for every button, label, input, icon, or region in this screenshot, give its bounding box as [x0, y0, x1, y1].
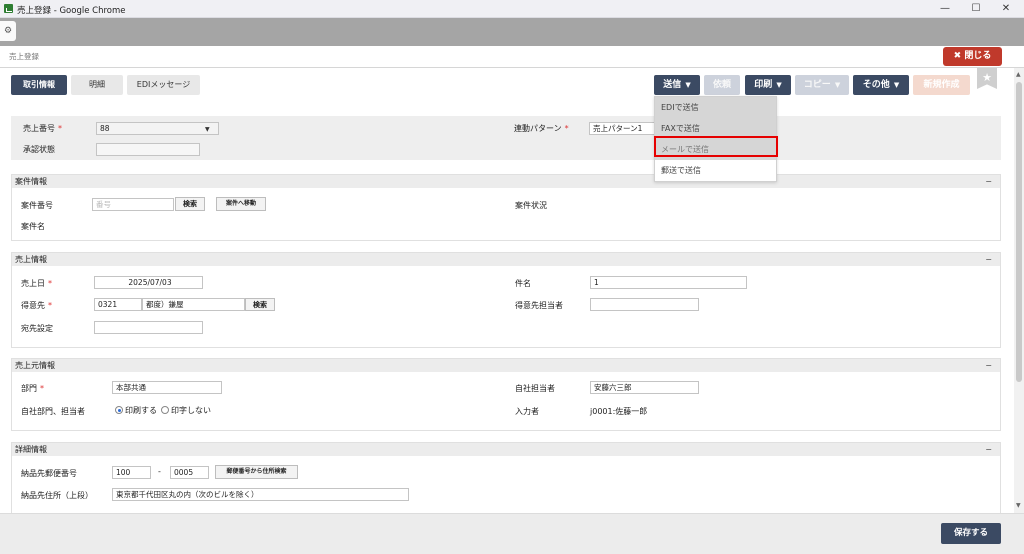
tab-details[interactable]: 明細 [71, 75, 123, 95]
anken-status-label: 案件状況 [515, 201, 547, 210]
maximize-button[interactable]: ☐ [967, 2, 985, 16]
footer-bar [0, 513, 1024, 554]
subject-label: 件名 [515, 279, 531, 288]
other-label: その他 [862, 80, 890, 90]
sales-info-header[interactable]: 売上情報 − [12, 253, 1000, 266]
chevron-down-icon: ▼ [685, 81, 691, 89]
collapse-icon: − [985, 255, 992, 264]
approval-label: 承認状態 [23, 145, 55, 154]
minimize-button[interactable]: — [936, 2, 954, 16]
detail-info-panel: 詳細情報 − 納品先郵便番号 100 - 0005 郵便番号から住所検索 納品先住… [11, 442, 1001, 513]
print-no-label: 印字しない [171, 406, 211, 415]
chevron-down-icon: ▼ [893, 81, 900, 89]
print-no-radio[interactable] [161, 406, 169, 414]
print-yes-radio[interactable] [115, 406, 123, 414]
anken-no-label: 案件番号 [21, 201, 53, 210]
print-yes-label: 印刷する [125, 406, 157, 415]
menu-item-send-edi[interactable]: EDIで送信 [655, 97, 776, 118]
zip-label: 納品先郵便番号 [21, 469, 77, 478]
staff-input[interactable]: 安藤六三郎 [590, 381, 699, 394]
send-button[interactable]: 送信 ▼ [654, 75, 700, 95]
customer-contact-label: 得意先担当者 [515, 301, 563, 310]
chevron-down-icon: ▼ [776, 81, 782, 89]
header-fields-panel: 売上番号 * 88 ▼ 承認状態 連動パターン * 売上パターン1 [11, 116, 1001, 160]
window-close-button[interactable]: ✕ [997, 2, 1015, 16]
collapse-icon: − [985, 361, 992, 370]
address-label: 納品先住所（上段） [21, 491, 93, 500]
entered-by-value: j0001:佐藤一郎 [590, 407, 648, 416]
customer-code-input[interactable]: 0321 [94, 298, 142, 311]
dept-label: 部門 * [21, 384, 44, 393]
close-button[interactable]: ✖ 閉じる [943, 47, 1002, 66]
bookmark-star-icon[interactable]: ★ [977, 68, 997, 89]
anken-header[interactable]: 案件情報 − [12, 175, 1000, 188]
print-setting-label: 自社部門、担当者 [21, 407, 85, 416]
app-icon [4, 4, 13, 13]
staff-label: 自社担当者 [515, 384, 555, 393]
zip-search-button[interactable]: 郵便番号から住所検索 [215, 465, 298, 479]
tab-transaction-info[interactable]: 取引情報 [11, 75, 67, 95]
print-button[interactable]: 印刷 ▼ [745, 75, 791, 95]
zip1-input[interactable]: 100 [112, 466, 151, 479]
anken-name-label: 案件名 [21, 222, 45, 231]
approval-field [96, 143, 200, 156]
zip-dash: - [158, 467, 161, 476]
sales-date-label: 売上日 * [21, 279, 52, 288]
anken-no-input[interactable]: 番号 [92, 198, 174, 211]
send-label: 送信 [663, 80, 682, 90]
mail-item-highlight-box [654, 136, 778, 157]
detail-info-header[interactable]: 詳細情報 − [12, 443, 1000, 456]
collapse-icon: − [985, 177, 992, 186]
sales-no-label: 売上番号 * [23, 124, 62, 133]
goto-anken-button[interactable]: 案件へ移動 [216, 197, 266, 211]
subject-input[interactable]: 1 [590, 276, 747, 289]
scroll-up-icon[interactable]: ▲ [1016, 71, 1021, 78]
new-button[interactable]: 新規作成 [913, 75, 970, 95]
scrollbar[interactable]: ▲ ▼ [1014, 68, 1024, 513]
scroll-down-icon[interactable]: ▼ [1016, 502, 1021, 509]
other-button[interactable]: その他 ▼ [853, 75, 909, 95]
address-input[interactable]: 東京都千代田区丸の内（次のビルを除く） [112, 488, 409, 501]
chevron-down-icon: ▼ [205, 126, 210, 133]
overlay-bar [0, 18, 1024, 46]
save-button[interactable]: 保存する [941, 523, 1001, 544]
copy-button[interactable]: コピー ▼ [795, 75, 849, 95]
menu-item-send-post[interactable]: 郵送で送信 [655, 160, 776, 181]
page-header: 売上登録 [0, 46, 1024, 68]
origin-info-panel: 売上元情報 − 部門 * 本部共通 自社部門、担当者 印刷する 印字しない 自社担当… [11, 358, 1001, 431]
entered-by-label: 入力者 [515, 407, 539, 416]
origin-info-header[interactable]: 売上元情報 − [12, 359, 1000, 372]
window-title: 売上登録 - Google Chrome [17, 6, 126, 16]
sales-info-panel: 売上情報 − 売上日 * 2025/07/03 得意先 * 0321 都度）鎌屋 検索… [11, 252, 1001, 348]
collapse-icon: − [985, 445, 992, 454]
customer-contact-input[interactable] [590, 298, 699, 311]
customer-name-input[interactable]: 都度）鎌屋 [142, 298, 245, 311]
anken-panel: 案件情報 − 案件番号 番号 検索 案件へ移動 案件名 案件状況 [11, 174, 1001, 241]
chevron-down-icon: ▼ [834, 81, 841, 89]
tab-edi-message[interactable]: EDIメッセージ [127, 75, 200, 95]
sales-date-input[interactable]: 2025/07/03 [94, 276, 203, 289]
browser-titlebar: 売上登録 - Google Chrome — ☐ ✕ [0, 0, 1024, 18]
tune-icon[interactable]: ⚙ [0, 21, 16, 41]
link-pattern-label: 連動パターン * [514, 124, 569, 133]
customer-label: 得意先 * [21, 301, 52, 310]
request-button[interactable]: 依頼 [704, 75, 740, 95]
page-title: 売上登録 [9, 52, 39, 61]
print-label: 印刷 [754, 80, 773, 90]
link-pattern-select[interactable]: 売上パターン1 [589, 122, 659, 135]
copy-label: コピー [803, 80, 831, 90]
scroll-thumb[interactable] [1016, 82, 1022, 382]
zip2-input[interactable]: 0005 [170, 466, 209, 479]
sales-no-select[interactable]: 88 [96, 122, 219, 135]
anken-search-button[interactable]: 検索 [175, 197, 205, 211]
customer-search-button[interactable]: 検索 [245, 298, 275, 311]
destination-input[interactable] [94, 321, 203, 334]
dept-input[interactable]: 本部共通 [112, 381, 222, 394]
destination-label: 宛先設定 [21, 324, 53, 333]
